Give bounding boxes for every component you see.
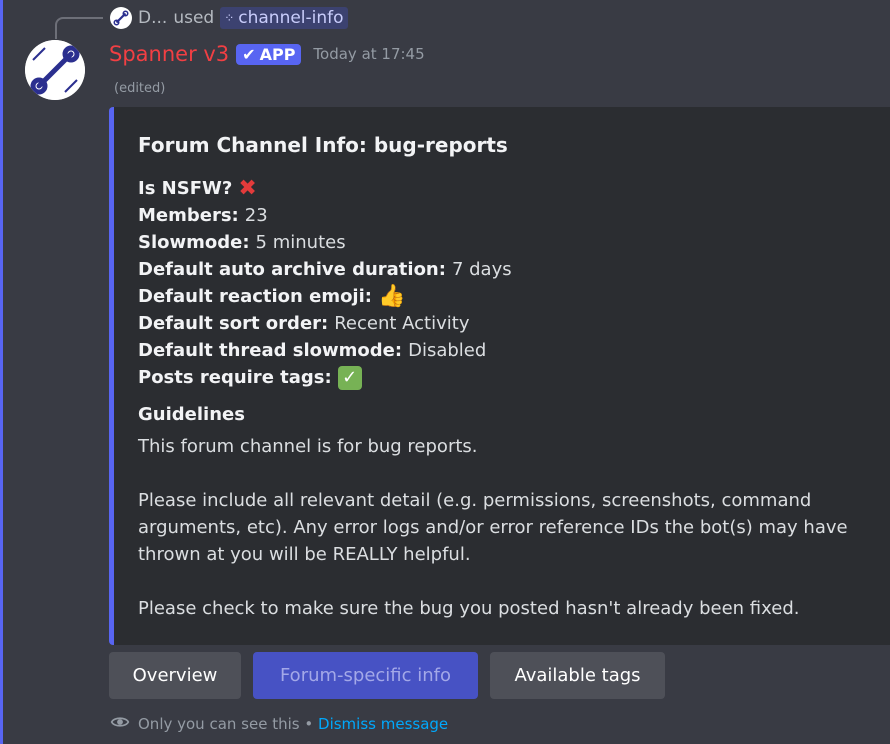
bot-username[interactable]: Spanner v3: [109, 42, 229, 66]
dismiss-message-link[interactable]: Dismiss message: [318, 715, 448, 733]
guidelines-heading: Guidelines: [138, 404, 245, 425]
field-auto-archive: Default auto archive duration: 7 days: [138, 256, 512, 283]
field-label: Members:: [138, 205, 239, 226]
field-is-nsfw: Is NSFW? ✖: [138, 175, 512, 202]
embed-fields: Is NSFW? ✖ Members: 23 Slowmode: 5 minut…: [138, 175, 512, 391]
field-label: Posts require tags:: [138, 367, 332, 388]
command-reply-context[interactable]: D... used ⁘ channel-info: [110, 5, 348, 31]
reply-spine: [55, 17, 103, 39]
guidelines-paragraph: Please include all relevant detail (e.g.…: [138, 490, 848, 565]
field-value: 23: [244, 205, 268, 226]
field-label: Is NSFW?: [138, 178, 233, 199]
app-badge: ✔ APP: [236, 43, 302, 65]
replied-user-avatar[interactable]: [110, 7, 132, 29]
thumbs-up-icon: 👍: [377, 284, 406, 309]
embed-title: Forum Channel Info: bug-reports: [138, 133, 508, 157]
verified-check-icon: ✔: [242, 44, 256, 64]
field-value: 7 days: [451, 259, 512, 280]
field-thread-slowmode: Default thread slowmode: Disabled: [138, 337, 512, 364]
app-badge-label: APP: [259, 44, 296, 64]
command-mention[interactable]: ⁘ channel-info: [220, 7, 348, 29]
field-label: Default thread slowmode:: [138, 340, 403, 361]
field-require-tags: Posts require tags: ✓: [138, 364, 512, 391]
green-check-icon: ✓: [337, 365, 362, 390]
guidelines-text: This forum channel is for bug reports. P…: [138, 433, 858, 622]
overview-button[interactable]: Overview: [109, 652, 241, 699]
command-name: channel-info: [238, 8, 344, 28]
red-x-icon: ✖: [238, 175, 257, 201]
field-sort-order: Default sort order: Recent Activity: [138, 310, 512, 337]
forum-specific-info-button[interactable]: Forum-specific info: [253, 652, 478, 699]
field-label: Default auto archive duration:: [138, 259, 446, 280]
field-label: Default reaction emoji:: [138, 286, 372, 307]
field-value: 5 minutes: [255, 232, 346, 253]
mention-accent-bar: [0, 0, 3, 744]
action-row: Overview Forum-specific info Available t…: [109, 652, 665, 699]
guidelines-paragraph: Please check to make sure the bug you po…: [138, 598, 800, 619]
message-timestamp[interactable]: Today at 17:45: [313, 45, 424, 63]
field-slowmode: Slowmode: 5 minutes: [138, 229, 512, 256]
guidelines-paragraph: This forum channel is for bug reports.: [138, 436, 478, 457]
field-label: Default sort order:: [138, 313, 329, 334]
edited-indicator: (edited): [114, 81, 166, 96]
replied-username[interactable]: D...: [138, 8, 167, 28]
ephemeral-notice-text: Only you can see this: [138, 715, 300, 733]
separator: •: [304, 715, 314, 733]
available-tags-button[interactable]: Available tags: [490, 652, 665, 699]
field-label: Slowmode:: [138, 232, 250, 253]
message-header: Spanner v3 ✔ APP Today at 17:45: [109, 40, 425, 68]
field-reaction-emoji: Default reaction emoji: 👍: [138, 283, 512, 310]
field-value: Recent Activity: [334, 313, 470, 334]
reply-action-text: used: [173, 8, 215, 28]
field-members: Members: 23: [138, 202, 512, 229]
ephemeral-notice: Only you can see this • Dismiss message: [110, 713, 448, 735]
embed-card: Forum Channel Info: bug-reports Is NSFW?…: [109, 107, 890, 645]
bot-avatar[interactable]: [25, 40, 85, 100]
eye-icon: [110, 712, 130, 736]
slash-command-icon: ⁘: [224, 11, 235, 25]
field-value: Disabled: [408, 340, 487, 361]
